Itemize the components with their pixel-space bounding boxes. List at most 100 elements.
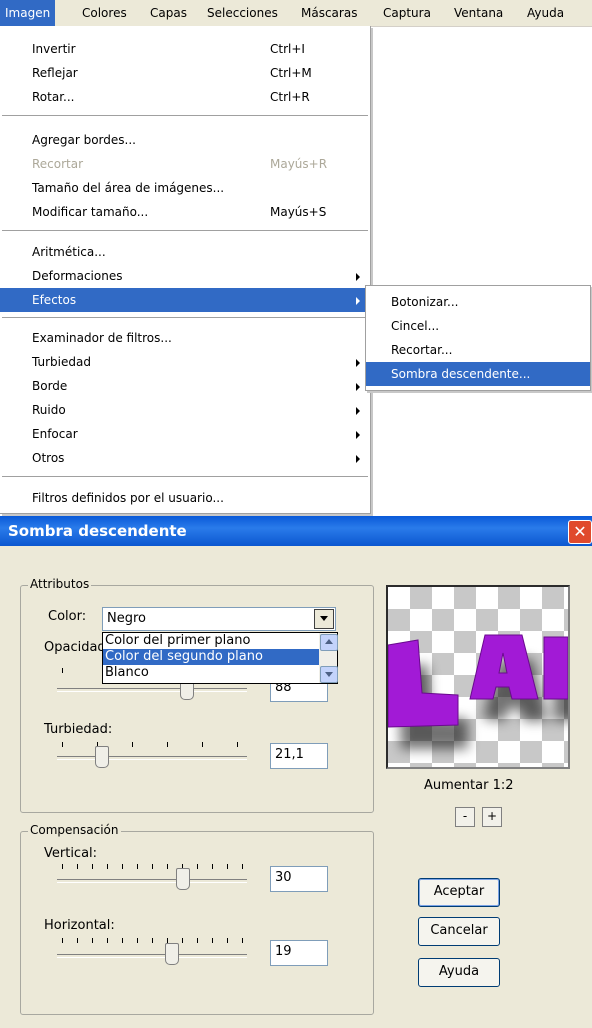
menu-ayuda[interactable]: Ayuda <box>522 0 569 26</box>
menu-captura[interactable]: Captura <box>378 0 436 26</box>
menu-item-shortcut: Ctrl+M <box>270 66 312 80</box>
menu-item-aritmetica[interactable]: Aritmética... <box>0 240 370 264</box>
menu-item-label: Recortar <box>32 157 84 171</box>
menu-item-deformaciones[interactable]: Deformaciones <box>0 264 370 288</box>
help-button[interactable]: Ayuda <box>418 958 500 987</box>
blur-label: Turbiedad: <box>44 722 113 737</box>
menu-item-label: Modificar tamaño... <box>32 205 149 219</box>
zoom-label: Aumentar 1:2 <box>424 778 514 793</box>
submenu-arrow-icon <box>356 383 360 391</box>
menu-capas[interactable]: Capas <box>145 0 192 26</box>
color-option-selected[interactable]: Color del segundo plano <box>103 649 319 665</box>
menu-item-filtros-usuario[interactable]: Filtros definidos por el usuario... <box>0 486 370 510</box>
slider-tick <box>92 938 93 943</box>
menu-item-label: Aritmética... <box>32 245 106 259</box>
submenu-item-label: Cincel... <box>391 319 440 333</box>
preview-graphic <box>388 634 568 749</box>
ok-button[interactable]: Aceptar <box>418 878 500 907</box>
menu-item-otros[interactable]: Otros <box>0 446 370 470</box>
horizontal-field[interactable]: 19 <box>270 940 328 966</box>
menu-item-label: Rotar... <box>32 90 75 104</box>
slider-tick <box>227 864 228 869</box>
submenu-arrow-icon <box>356 297 360 305</box>
horizontal-slider-thumb[interactable] <box>165 943 179 965</box>
menu-item-label: Examinador de filtros... <box>32 331 172 345</box>
menu-item-turbiedad[interactable]: Turbiedad <box>0 350 370 374</box>
menu-item-label: Borde <box>32 379 68 393</box>
menu-item-rotar[interactable]: Rotar... Ctrl+R <box>0 85 370 109</box>
menu-item-efectos[interactable]: Efectos <box>0 288 370 312</box>
slider-tick <box>242 864 243 869</box>
menu-item-label: Enfocar <box>32 427 78 441</box>
menu-item-reflejar[interactable]: Reflejar Ctrl+M <box>0 61 370 85</box>
offset-group-label: Compensación <box>28 823 121 837</box>
slider-tick <box>132 742 133 747</box>
blur-slider-thumb[interactable] <box>95 746 109 768</box>
menu-item-examinador-filtros[interactable]: Examinador de filtros... <box>0 326 370 350</box>
submenu-item-botonizar[interactable]: Botonizar... <box>366 290 590 314</box>
menu-selecciones[interactable]: Selecciones <box>202 0 283 26</box>
blur-field[interactable]: 21,1 <box>270 743 328 769</box>
menu-mascaras[interactable]: Máscaras <box>296 0 362 26</box>
submenu-arrow-icon <box>356 455 360 463</box>
menu-item-label: Turbiedad <box>32 355 91 369</box>
horizontal-slider-track[interactable] <box>57 954 247 958</box>
color-dropdown-list: Color del primer plano Color del segundo… <box>102 632 338 684</box>
opacity-label: Opacidad: <box>44 640 111 655</box>
slider-tick <box>122 864 123 869</box>
vertical-slider-track[interactable] <box>57 879 247 883</box>
color-option[interactable]: Color del primer plano <box>103 633 319 649</box>
slider-tick <box>137 938 138 943</box>
menu-item-shortcut: Mayús+S <box>270 205 327 219</box>
menu-colores[interactable]: Colores <box>77 0 132 26</box>
menu-item-label: Tamaño del área de imágenes... <box>32 181 225 195</box>
submenu-item-label: Recortar... <box>391 343 453 357</box>
zoom-out-button[interactable]: - <box>455 807 475 827</box>
menu-item-modificar-tamano[interactable]: Modificar tamaño... Mayús+S <box>0 200 370 224</box>
chevron-down-icon[interactable] <box>314 609 334 629</box>
dialog-title: Sombra descendente <box>8 522 187 540</box>
slider-tick <box>197 938 198 943</box>
slider-tick <box>197 864 198 869</box>
slider-tick <box>227 938 228 943</box>
menu-item-shortcut: Mayús+R <box>270 157 328 171</box>
menu-imagen[interactable]: Imagen <box>0 0 56 26</box>
plus-icon: + <box>486 809 498 823</box>
slider-tick <box>107 938 108 943</box>
vertical-slider-thumb[interactable] <box>176 868 190 890</box>
menu-ventana[interactable]: Ventana <box>449 0 508 26</box>
close-button[interactable]: ✕ <box>568 520 592 544</box>
attributes-group-label: Attributos <box>28 577 92 591</box>
vertical-label: Vertical: <box>44 846 98 861</box>
slider-tick <box>202 742 203 747</box>
cancel-button[interactable]: Cancelar <box>418 917 500 946</box>
menu-item-label: Invertir <box>32 42 76 56</box>
close-icon: ✕ <box>573 522 587 541</box>
submenu-item-sombra-descendente[interactable]: Sombra descendente... <box>366 362 590 386</box>
blur-slider-track[interactable] <box>57 756 247 760</box>
zoom-in-button[interactable]: + <box>482 807 502 827</box>
slider-tick <box>62 938 63 943</box>
submenu-item-cincel[interactable]: Cincel... <box>366 314 590 338</box>
menu-item-ruido[interactable]: Ruido <box>0 398 370 422</box>
menu-item-enfocar[interactable]: Enfocar <box>0 422 370 446</box>
opacity-slider-track[interactable] <box>57 688 247 692</box>
slider-tick <box>137 864 138 869</box>
color-select[interactable]: Negro <box>102 607 336 631</box>
color-option[interactable]: Blanco <box>103 665 319 681</box>
vertical-field[interactable]: 30 <box>270 866 328 892</box>
menu-item-borde[interactable]: Borde <box>0 374 370 398</box>
menu-item-agregar-bordes[interactable]: Agregar bordes... <box>0 128 370 152</box>
slider-tick <box>107 864 108 869</box>
scroll-up-icon[interactable] <box>320 634 338 651</box>
menu-item-tamano-area[interactable]: Tamaño del área de imágenes... <box>0 176 370 200</box>
dialog-title-bar: Sombra descendente ✕ <box>0 516 592 546</box>
menu-item-invertir[interactable]: Invertir Ctrl+I <box>0 37 370 61</box>
submenu-item-recortar[interactable]: Recortar... <box>366 338 590 362</box>
submenu-arrow-icon <box>356 359 360 367</box>
submenu-arrow-icon <box>356 431 360 439</box>
menu-separator <box>2 115 368 116</box>
list-scrollbar[interactable] <box>319 633 338 683</box>
scroll-down-icon[interactable] <box>320 666 338 683</box>
slider-tick <box>167 864 168 869</box>
